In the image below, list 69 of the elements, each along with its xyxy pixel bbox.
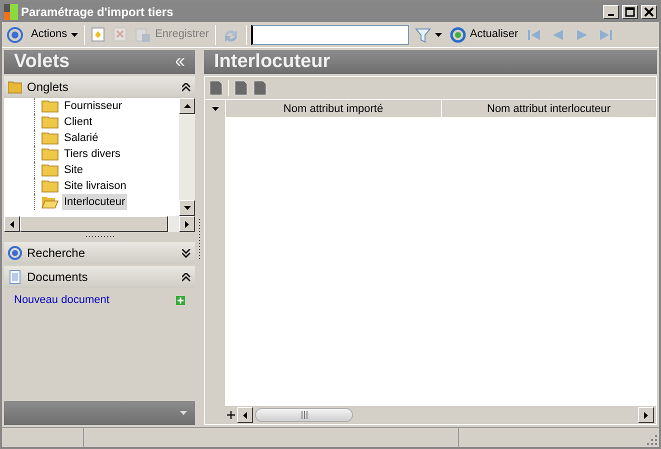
section-header[interactable]: Documents xyxy=(4,266,195,288)
collapse-icon[interactable] xyxy=(182,82,191,92)
caret-icon xyxy=(434,32,442,36)
vertical-scrollbar[interactable] xyxy=(179,98,195,216)
minimize-icon xyxy=(608,14,614,16)
caret-icon xyxy=(71,32,78,36)
refresh-icon xyxy=(450,26,466,42)
new-button[interactable] xyxy=(89,26,108,42)
new-document-icon xyxy=(91,26,106,42)
add-icon[interactable] xyxy=(176,296,185,305)
new-document-link[interactable]: Nouveau document xyxy=(14,292,110,308)
grip-icon[interactable] xyxy=(84,234,114,238)
search-field[interactable] xyxy=(250,24,409,44)
minimize-button[interactable] xyxy=(603,5,619,19)
down-arrow-icon xyxy=(184,206,190,210)
folder-icon xyxy=(41,131,59,145)
close-button[interactable] xyxy=(641,5,657,19)
delete-icon xyxy=(113,26,128,42)
target-icon xyxy=(7,26,23,42)
grip-icon xyxy=(300,411,308,419)
filter-button[interactable] xyxy=(412,26,444,42)
target-icon xyxy=(8,246,22,260)
open-folder-icon xyxy=(41,195,59,209)
document-icon xyxy=(8,270,22,284)
actions-menu[interactable]: Actions xyxy=(29,26,80,43)
page-icon[interactable] xyxy=(209,80,223,96)
page-icon[interactable] xyxy=(253,80,267,96)
add-row-icon[interactable] xyxy=(227,411,235,419)
up-arrow-icon xyxy=(184,104,190,108)
pane-title: Volets xyxy=(14,50,71,74)
pane-title: Interlocuteur xyxy=(214,50,332,74)
save-icon xyxy=(135,26,152,42)
caret-icon[interactable] xyxy=(212,106,218,110)
left-arrow-icon xyxy=(243,412,247,418)
folder-icon xyxy=(8,80,22,94)
folder-icon xyxy=(41,163,59,177)
app-icon xyxy=(4,4,18,20)
maximize-button[interactable] xyxy=(622,5,638,19)
tree-item[interactable]: Salarié xyxy=(62,130,100,146)
section-header[interactable]: Onglets xyxy=(4,76,195,98)
refresh-button[interactable]: Actualiser xyxy=(448,26,520,43)
page-icon[interactable] xyxy=(234,80,248,96)
right-arrow-icon xyxy=(185,220,189,228)
folder-icon xyxy=(41,115,59,129)
home-button[interactable] xyxy=(5,26,25,42)
collapse-icon[interactable] xyxy=(182,272,191,282)
splitter-grip-icon[interactable] xyxy=(198,218,201,258)
tree-item[interactable]: Site livraison xyxy=(62,178,128,194)
section-header[interactable]: Recherche xyxy=(4,242,195,264)
maximize-icon xyxy=(625,7,635,17)
folder-icon xyxy=(41,179,59,193)
tree-item[interactable]: Tiers divers xyxy=(62,146,122,162)
section-title: Documents xyxy=(27,269,89,286)
window-title: Paramétrage d'import tiers xyxy=(21,4,174,21)
resize-grip-icon[interactable] xyxy=(647,435,657,445)
horizontal-scrollbar[interactable] xyxy=(225,406,656,424)
tree-item[interactable]: Site xyxy=(62,162,85,178)
left-arrow-icon xyxy=(10,220,14,228)
folder-icon xyxy=(41,147,59,161)
expand-icon[interactable] xyxy=(182,248,191,258)
horizontal-scrollbar[interactable] xyxy=(4,216,195,232)
section-title: Onglets xyxy=(27,79,70,96)
tree-item[interactable]: Fournisseur xyxy=(62,98,124,114)
right-arrow-icon xyxy=(644,412,648,418)
section-title: Recherche xyxy=(27,245,86,262)
tree-item[interactable]: Interlocuteur xyxy=(62,194,128,210)
tree-item[interactable]: Client xyxy=(62,114,94,130)
close-icon xyxy=(644,7,654,17)
filter-icon xyxy=(414,26,431,42)
